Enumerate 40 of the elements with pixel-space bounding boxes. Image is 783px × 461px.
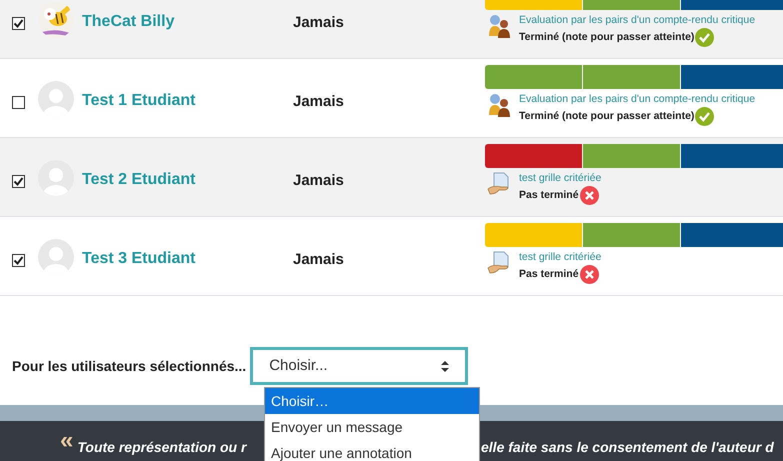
progress-segment[interactable] (681, 144, 783, 168)
completion-status: Terminé (note pour passer atteinte) (519, 108, 694, 124)
people-icon (487, 14, 513, 38)
activity-link[interactable]: Evaluation par les pairs d'un compte-rendu critique (519, 13, 756, 28)
bulk-action-label: Pour les utilisateurs sélectionnés... (12, 356, 246, 376)
dropdown-option[interactable]: Envoyer un message (265, 414, 479, 440)
activity-link[interactable]: test grille critériée (519, 171, 602, 186)
quote-mark: « (60, 431, 74, 451)
activity-link[interactable]: test grille critériée (519, 250, 602, 265)
footer-text: Toute représentation ou r (77, 438, 246, 457)
activity-link[interactable]: Evaluation par les pairs d'un compte-rendu critique (519, 92, 756, 107)
progress-segment[interactable] (681, 65, 783, 89)
user-name-link[interactable]: Test 2 Etudiant (82, 171, 196, 188)
footer-text: elle faite sans le consentement de l'auteur d (481, 438, 775, 457)
bulk-action-select[interactable]: Choisir... (250, 347, 468, 385)
progress-segment[interactable] (583, 65, 680, 89)
checkbox[interactable] (12, 175, 25, 188)
checkbox[interactable] (12, 96, 25, 109)
completion-status: Pas terminé (519, 266, 579, 282)
completion-status: Terminé (note pour passer atteinte) (519, 30, 694, 45)
checkbox[interactable] (12, 254, 25, 267)
checkbox[interactable] (12, 17, 25, 30)
progress-segment[interactable] (485, 223, 582, 247)
progress-segment[interactable] (681, 223, 783, 247)
user-name-link[interactable]: TheCat Billy (82, 13, 174, 30)
completion-status: Pas terminé (519, 188, 579, 203)
dropdown-option[interactable]: Ajouter une annotation (265, 440, 479, 461)
progress-segment[interactable] (485, 65, 582, 89)
last-access-text: Jamais (293, 172, 344, 189)
dropdown-option[interactable]: Choisir… (265, 388, 479, 414)
user-name-link[interactable]: Test 1 Etudiant (82, 92, 196, 109)
user-name-link[interactable]: Test 3 Etudiant (82, 250, 196, 267)
progress-segment[interactable] (485, 144, 582, 168)
sort-caret-icon (441, 360, 450, 372)
last-access-text: Jamais (293, 93, 344, 110)
last-access-text: Jamais (293, 251, 344, 268)
progress-segment[interactable] (583, 144, 680, 168)
progress-segment[interactable] (583, 223, 680, 247)
people-icon (487, 93, 513, 117)
last-access-text: Jamais (293, 14, 344, 31)
